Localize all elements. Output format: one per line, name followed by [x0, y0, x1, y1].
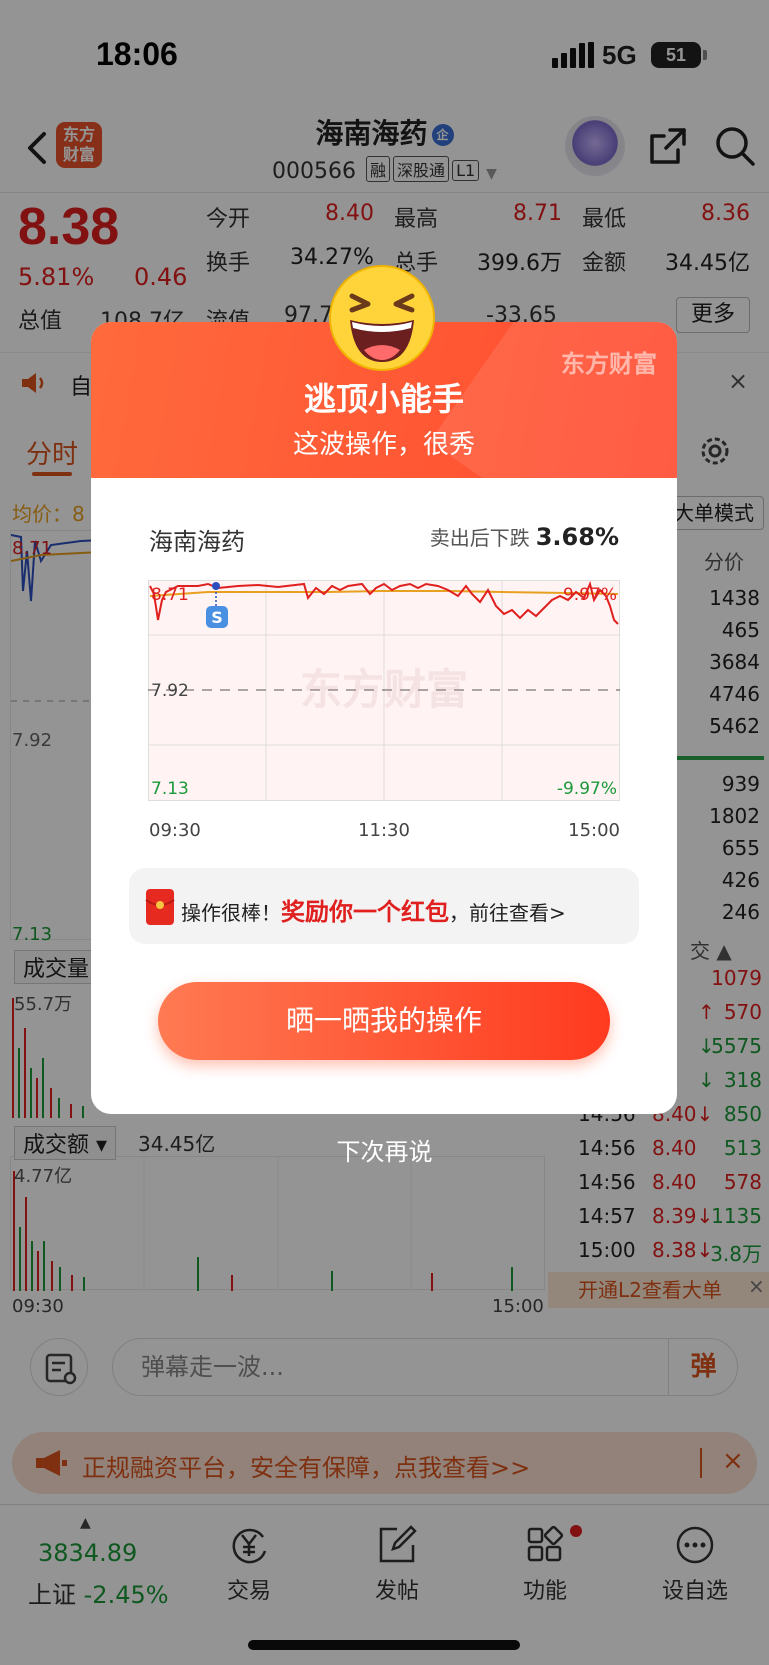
- modal-title: 逃顶小能手: [303, 380, 464, 418]
- modal-time-end: 15:00: [568, 820, 620, 841]
- post-sell-drop: 卖出后下跌 3.68%: [430, 522, 619, 551]
- reward-banner[interactable]: 操作很棒！奖励你一个红包，前往查看>: [129, 868, 639, 944]
- reward-text: 操作很棒！奖励你一个红包，前往查看>: [181, 892, 566, 927]
- share-operation-button[interactable]: 晒一晒我的操作: [158, 982, 610, 1060]
- modal-stock-name: 海南海药: [149, 528, 245, 556]
- chart-watermark: 东方财富: [300, 665, 468, 714]
- reward-link: ，前往查看>: [449, 901, 566, 925]
- reward-highlight: 奖励你一个红包: [281, 898, 449, 926]
- achievement-modal: 东方财富 逃顶小能手 这波操作，很秀 海南海药 卖出后下跌 3.68% 东方财富 …: [91, 322, 677, 1114]
- modal-chart-mid: 7.92: [151, 681, 189, 701]
- modal-chart-low: 7.13: [151, 779, 189, 799]
- modal-chart-low-pct: -9.97%: [557, 779, 617, 799]
- modal-chart-high-pct: 9.97%: [563, 585, 617, 605]
- sell-marker: S: [211, 608, 223, 627]
- reward-prefix: 操作很棒！: [181, 901, 281, 925]
- modal-chart-high: 8.71: [151, 585, 189, 605]
- modal-subtitle: 这波操作，很秀: [292, 430, 475, 460]
- laughing-emoji-icon: [329, 265, 435, 371]
- modal-intraday-chart: 东方财富 S 8.71 9.97% 7.92 7.13 -9.97%: [148, 580, 620, 801]
- red-envelope-icon: [145, 889, 175, 925]
- dismiss-link[interactable]: 下次再说: [0, 1132, 769, 1167]
- post-sell-drop-label: 卖出后下跌: [429, 526, 530, 550]
- post-sell-drop-value: 3.68%: [535, 523, 619, 551]
